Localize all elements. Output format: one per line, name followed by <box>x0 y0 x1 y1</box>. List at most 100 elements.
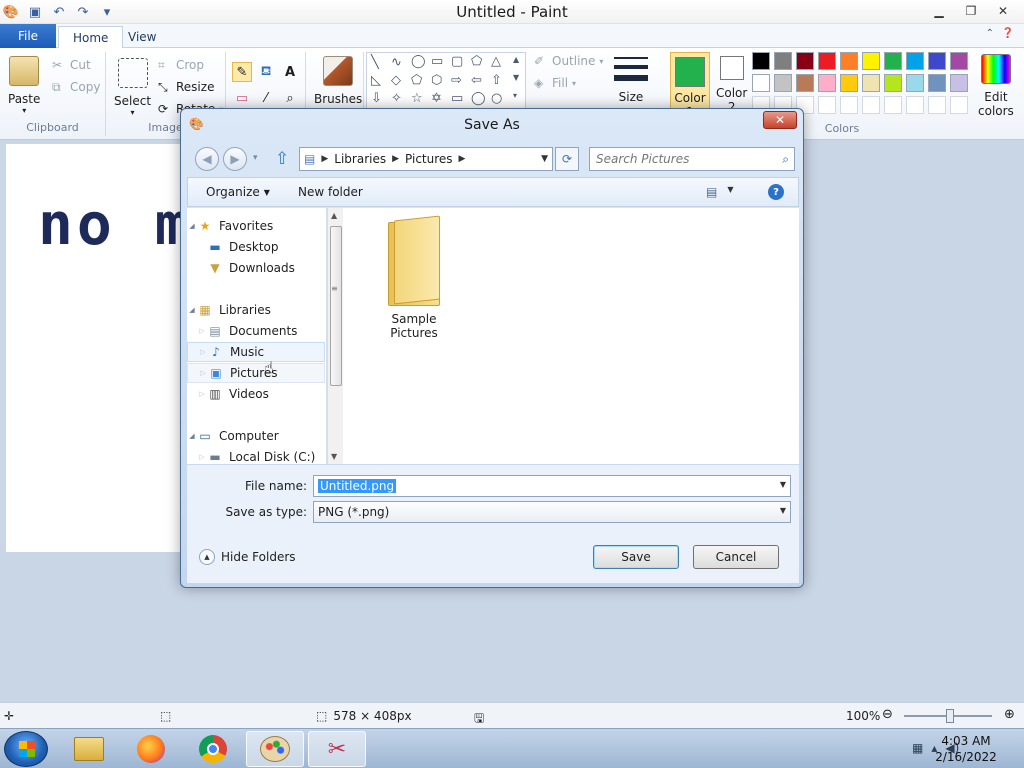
zoom-in-button[interactable]: ⊕ <box>1004 707 1015 722</box>
eraser-icon[interactable]: ▭ <box>232 88 252 108</box>
close-button[interactable]: ✕ <box>988 2 1018 20</box>
taskbar-explorer-button[interactable] <box>60 731 118 767</box>
pentagon-shape-icon[interactable]: ⬠ <box>411 73 422 88</box>
custom-color-slot[interactable] <box>928 96 946 114</box>
fill-button[interactable]: ◈ Fill ▾ <box>534 76 576 90</box>
expand-arrow-icon[interactable]: ▷ <box>197 390 207 398</box>
nav-desktop[interactable]: ▬ Desktop <box>187 237 325 257</box>
collapse-arrow-icon[interactable]: ◢ <box>187 222 197 230</box>
folder-item-sample-pictures[interactable]: Sample Pictures <box>369 215 459 340</box>
taskbar-paint-button[interactable] <box>246 731 304 767</box>
file-name-input[interactable]: Untitled.png ▼ <box>313 475 791 497</box>
cloud-callout-shape-icon[interactable]: ○ <box>491 91 502 106</box>
fill-bucket-icon[interactable]: ⛾ <box>256 62 276 82</box>
left-arrow-shape-icon[interactable]: ⇦ <box>471 73 482 88</box>
scrollbar-thumb[interactable] <box>330 226 342 386</box>
palette-swatch[interactable] <box>928 52 946 70</box>
palette-swatch[interactable] <box>862 74 880 92</box>
palette-swatch[interactable] <box>928 74 946 92</box>
curve-shape-icon[interactable]: ∿ <box>391 55 402 70</box>
palette-swatch[interactable] <box>774 74 792 92</box>
forward-button[interactable]: ▶ <box>223 147 247 171</box>
outline-button[interactable]: ✐ Outline ▾ <box>534 54 603 68</box>
nav-downloads[interactable]: ▼ Downloads <box>187 258 325 278</box>
expand-arrow-icon[interactable]: ▷ <box>198 348 208 356</box>
address-dropdown-icon[interactable]: ▼ <box>541 154 548 164</box>
palette-swatch[interactable] <box>818 74 836 92</box>
shapes-more-icon[interactable]: ▾ <box>513 91 517 100</box>
navigation-pane-scrollbar[interactable]: ▲ ≡ ▼ <box>327 208 343 464</box>
search-box[interactable]: ⌕ <box>589 147 795 171</box>
shapes-gallery[interactable]: ╲ ∿ ◯ ▭ ▢ ⬠ △ ◺ ◇ ⬠ ⬡ ⇨ ⇦ ⇧ ⇩ ✧ ☆ ✡ ▭ ◯ … <box>366 52 526 110</box>
palette-swatch[interactable] <box>818 52 836 70</box>
hide-folders-button[interactable]: ▲ Hide Folders <box>199 549 296 565</box>
address-chevron-icon[interactable]: ▶ <box>321 154 328 164</box>
address-bar[interactable]: ▤ ▶ Libraries ▶ Pictures ▶ ▼ <box>299 147 553 171</box>
zoom-slider-thumb[interactable] <box>946 709 954 723</box>
palette-swatch[interactable] <box>884 74 902 92</box>
copy-button[interactable]: ⧉ Copy <box>52 80 100 94</box>
triangle-shape-icon[interactable]: △ <box>491 54 501 69</box>
custom-color-slot[interactable] <box>884 96 902 114</box>
tab-file[interactable]: File <box>0 24 56 48</box>
clock[interactable]: 4:03 AM 2/16/2022 <box>926 733 1006 765</box>
organize-button[interactable]: Organize ▼ <box>206 185 270 199</box>
palette-swatch[interactable] <box>752 52 770 70</box>
text-tool-icon[interactable]: A <box>280 62 300 82</box>
palette-swatch[interactable] <box>752 74 770 92</box>
collapse-arrow-icon[interactable]: ◢ <box>187 432 197 440</box>
palette-swatch[interactable] <box>884 52 902 70</box>
magnifier-icon[interactable]: ⌕ <box>280 88 300 108</box>
search-input[interactable] <box>590 148 766 170</box>
palette-swatch[interactable] <box>950 74 968 92</box>
change-view-button[interactable]: ▤ ▼ <box>706 185 734 199</box>
tab-view[interactable]: View <box>114 26 170 48</box>
expand-arrow-icon[interactable]: ▷ <box>197 453 207 461</box>
palette-swatch[interactable] <box>862 52 880 70</box>
nav-local-disk[interactable]: ▷ ▬ Local Disk (C:) <box>187 447 325 464</box>
palette-swatch[interactable] <box>840 52 858 70</box>
five-point-star-shape-icon[interactable]: ☆ <box>411 91 423 106</box>
nav-videos[interactable]: ▷ ▥ Videos <box>187 384 325 404</box>
oval-shape-icon[interactable]: ◯ <box>411 54 426 69</box>
rounded-rect-shape-icon[interactable]: ▢ <box>451 54 463 69</box>
right-arrow-shape-icon[interactable]: ⇨ <box>451 73 462 88</box>
size-button[interactable]: Size <box>614 54 648 104</box>
address-chevron-icon[interactable]: ▶ <box>459 154 466 164</box>
up-arrow-shape-icon[interactable]: ⇧ <box>491 73 502 88</box>
color2-button[interactable]: Color 2 <box>716 56 747 114</box>
nav-libraries[interactable]: ◢ ▦ Libraries <box>187 300 325 320</box>
oval-callout-shape-icon[interactable]: ◯ <box>471 91 486 106</box>
custom-color-slot[interactable] <box>862 96 880 114</box>
palette-swatch[interactable] <box>774 52 792 70</box>
paste-dropdown-icon[interactable]: ▾ <box>22 106 26 115</box>
dialog-help-icon[interactable]: ? <box>768 184 784 200</box>
dialog-close-button[interactable]: ✕ <box>763 111 797 129</box>
rectangle-shape-icon[interactable]: ▭ <box>431 54 443 69</box>
custom-color-slot[interactable] <box>950 96 968 114</box>
diamond-shape-icon[interactable]: ◇ <box>391 73 401 88</box>
file-list-pane[interactable]: Sample Pictures <box>343 208 799 464</box>
palette-swatch[interactable] <box>950 52 968 70</box>
select-dropdown-icon[interactable]: ▾ <box>131 108 135 117</box>
file-name-value[interactable]: Untitled.png <box>318 479 397 493</box>
nav-computer[interactable]: ◢ ▭ Computer <box>187 426 325 446</box>
palette-swatch[interactable] <box>906 52 924 70</box>
new-folder-button[interactable]: New folder <box>298 185 363 199</box>
down-arrow-shape-icon[interactable]: ⇩ <box>371 91 382 106</box>
back-button[interactable]: ◀ <box>195 147 219 171</box>
recent-locations-icon[interactable]: ▾ <box>253 153 258 163</box>
crop-button[interactable]: ⌗ Crop <box>158 58 204 72</box>
scroll-up-arrow-icon[interactable]: ▲ <box>331 211 337 220</box>
breadcrumb-pictures[interactable]: Pictures <box>405 152 453 166</box>
hexagon-shape-icon[interactable]: ⬡ <box>431 73 442 88</box>
callout-shape-icon[interactable]: ▭ <box>451 91 463 106</box>
pencil-icon[interactable]: ✎ <box>232 62 252 82</box>
custom-color-slot[interactable] <box>906 96 924 114</box>
expand-arrow-icon[interactable]: ▷ <box>198 369 208 377</box>
four-point-star-shape-icon[interactable]: ✧ <box>391 91 402 106</box>
custom-color-slot[interactable] <box>840 96 858 114</box>
taskbar-chrome-button[interactable] <box>184 731 242 767</box>
select-button[interactable]: Select ▾ <box>114 58 151 117</box>
cut-button[interactable]: ✂ Cut <box>52 58 91 72</box>
